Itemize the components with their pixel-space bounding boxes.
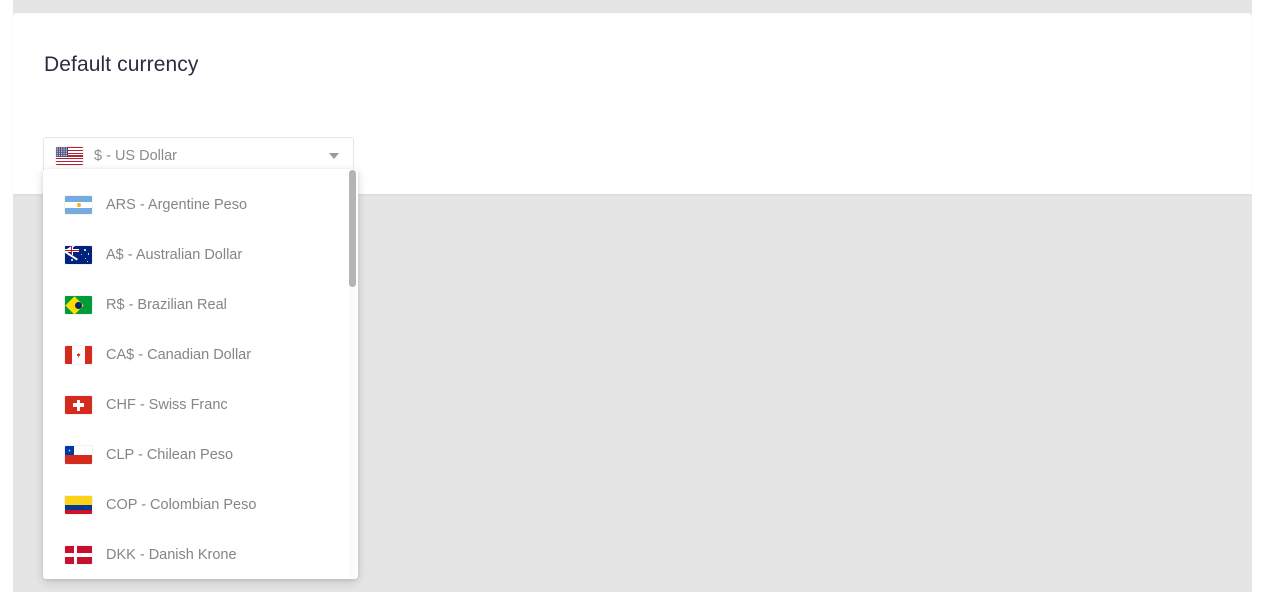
list-item-label: CHF - Swiss Franc [106,397,228,413]
au-flag-icon [65,246,92,264]
list-item-label: CLP - Chilean Peso [106,447,234,463]
currency-dropdown-panel[interactable]: ARS - Argentine Peso A$ - Australian Dol… [43,169,358,579]
br-flag-icon [65,296,92,314]
co-flag-icon [65,496,92,514]
us-flag-icon [56,147,83,165]
chevron-down-icon[interactable] [329,153,339,159]
ca-flag-icon [65,346,92,364]
list-item[interactable]: CHF - Swiss Franc [43,380,358,430]
list-item[interactable]: R$ - Brazilian Real [43,280,358,330]
page-title: Default currency [44,53,199,76]
list-item-label: CA$ - Canadian Dollar [106,347,252,363]
list-item[interactable]: DKK - Danish Krone [43,530,358,579]
list-item-label: DKK - Danish Krone [106,547,237,563]
ch-flag-icon [65,396,92,414]
list-item[interactable]: CA$ - Canadian Dollar [43,330,358,380]
default-currency-card: Default currency $ - US Dollar [13,13,1252,194]
list-item-label: A$ - Australian Dollar [106,247,243,263]
cl-flag-icon [65,446,92,464]
list-item-label: R$ - Brazilian Real [106,297,227,313]
ar-flag-icon [65,196,92,214]
list-item[interactable]: ARS - Argentine Peso [43,180,358,230]
currency-option-list[interactable]: ARS - Argentine Peso A$ - Australian Dol… [43,169,358,579]
dk-flag-icon [65,546,92,564]
dropdown-scrollbar-thumb[interactable] [349,170,356,287]
list-item[interactable]: CLP - Chilean Peso [43,430,358,480]
list-item[interactable]: A$ - Australian Dollar [43,230,358,280]
list-item-label: ARS - Argentine Peso [106,197,248,213]
list-item[interactable]: COP - Colombian Peso [43,480,358,530]
list-item-label: COP - Colombian Peso [106,497,257,513]
select-selected-value: $ - US Dollar [94,148,177,164]
